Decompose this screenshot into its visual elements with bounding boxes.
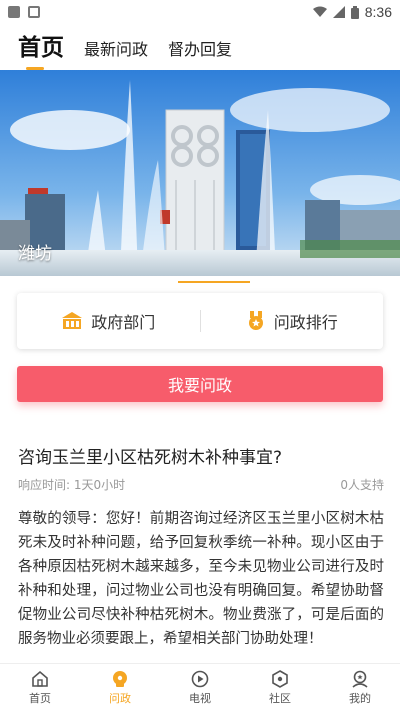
- medal-icon: [248, 311, 263, 330]
- ranking-button[interactable]: 问政排行: [201, 309, 384, 333]
- ranking-label: 问政排行: [273, 313, 338, 332]
- community-icon: [271, 669, 289, 688]
- wifi-icon: [312, 6, 327, 17]
- question-card[interactable]: 咨询玉兰里小区枯死树木补种事宜? 响应时间: 1天0小时 0人支持 尊敬的领导：…: [18, 444, 384, 651]
- battery-icon: [350, 5, 359, 19]
- nav-community-label: 社区: [269, 691, 291, 705]
- ask-question-button[interactable]: 我要问政: [17, 366, 383, 402]
- status-bar: 8:36: [0, 0, 400, 24]
- gov-departments-label: 政府部门: [91, 313, 156, 332]
- support-count: 0人支持: [340, 478, 384, 492]
- nav-community[interactable]: 社区: [240, 664, 320, 711]
- response-time: 响应时间: 1天0小时: [18, 478, 126, 492]
- tab-home[interactable]: 首页: [18, 28, 64, 70]
- banner-image: [0, 70, 400, 276]
- nav-profile[interactable]: 我的: [320, 664, 400, 711]
- tab-latest[interactable]: 最新问政: [84, 36, 148, 68]
- nav-ask-label: 问政: [109, 691, 131, 705]
- signal-icon: [332, 6, 345, 18]
- play-icon: [191, 670, 209, 688]
- building-icon: [62, 312, 83, 329]
- app-a-icon: [28, 6, 40, 18]
- nav-home-label: 首页: [29, 691, 51, 705]
- question-meta: 响应时间: 1天0小时 0人支持: [18, 476, 384, 493]
- bottom-nav: 首页 问政 电视 社区 我的: [0, 663, 400, 711]
- nav-tv[interactable]: 电视: [160, 664, 240, 711]
- nav-tv-label: 电视: [189, 691, 211, 705]
- tab-supervision[interactable]: 督办回复: [168, 36, 232, 68]
- ask-icon: [111, 670, 129, 688]
- status-time: 8:36: [364, 4, 392, 20]
- banner-caption: 潍坊: [18, 244, 52, 264]
- gov-departments-button[interactable]: 政府部门: [17, 309, 200, 333]
- banner-carousel[interactable]: 潍坊: [0, 70, 400, 276]
- question-body: 尊敬的领导：您好！前期咨询过经济区玉兰里小区树木枯死未及时补种问题，给予回复秋季…: [18, 511, 384, 647]
- nav-ask[interactable]: 问政: [80, 664, 160, 711]
- question-title[interactable]: 咨询玉兰里小区枯死树木补种事宜?: [18, 444, 384, 472]
- top-tabs: 首页 最新问政 督办回复: [0, 28, 400, 70]
- gallery-icon: [8, 6, 20, 18]
- quick-links-card: 政府部门 问政排行: [17, 293, 383, 349]
- home-icon: [31, 670, 49, 688]
- banner-indicator: [178, 281, 250, 283]
- nav-profile-label: 我的: [349, 691, 371, 705]
- nav-home[interactable]: 首页: [0, 664, 80, 711]
- profile-icon: [351, 670, 369, 688]
